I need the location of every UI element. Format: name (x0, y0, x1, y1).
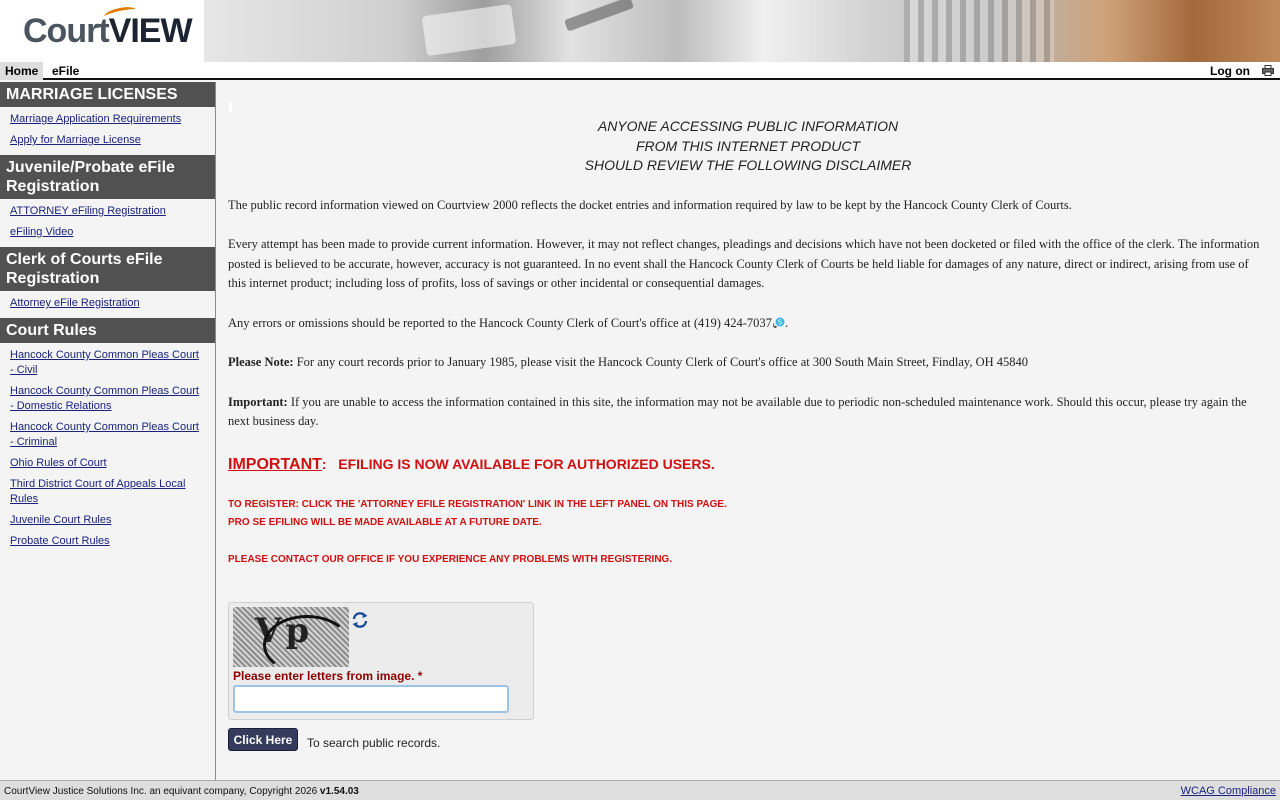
nav-efile-tab[interactable]: eFile (46, 62, 85, 80)
courtview-logo[interactable]: CourtVIEW (0, 0, 204, 62)
refresh-icon[interactable] (351, 611, 369, 629)
efiling-alert: IMPORTANT: EFILING IS NOW AVAILABLE FOR … (228, 456, 1268, 474)
login-link[interactable]: Log on (1204, 62, 1256, 80)
note-label: Please Note: (228, 355, 294, 369)
captcha-input[interactable] (233, 685, 509, 713)
alert-text: EFILING IS NOW AVAILABLE FOR AUTHORIZED … (338, 455, 715, 472)
banner-gavel (564, 0, 634, 32)
captcha-label: Please enter letters from image. * (233, 669, 422, 683)
sidebar-header-court-rules: Court Rules (0, 318, 215, 343)
sidebar-link-juvenile-rules[interactable]: Juvenile Court Rules (0, 510, 215, 531)
header-banner: CourtVIEW (0, 0, 1280, 62)
required-marker: * (417, 669, 423, 683)
main-content: ANYONE ACCESSING PUBLIC INFORMATION FROM… (216, 82, 1280, 780)
sidebar-link-common-pleas-civil[interactable]: Hancock County Common Pleas Court - Civi… (0, 345, 215, 381)
search-records-button[interactable]: Click Here (228, 728, 298, 751)
alert-word: IMPORTANT (228, 455, 322, 473)
captcha-label-text: Please enter letters from image. (233, 669, 415, 683)
disclaimer-line: SHOULD REVIEW THE FOLLOWING DISCLAIMER (584, 157, 912, 173)
print-icon[interactable] (1262, 65, 1274, 76)
captcha-image: Vp (233, 607, 351, 675)
wcag-compliance-link[interactable]: WCAG Compliance (1181, 785, 1276, 797)
please-note-paragraph: Please Note: For any court records prior… (228, 353, 1268, 373)
register-line: TO REGISTER: CLICK THE 'ATTORNEY EFILE R… (228, 498, 727, 510)
register-notice: TO REGISTER: CLICK THE 'ATTORNEY EFILE R… (228, 496, 1268, 532)
sidebar-link-marriage-requirements[interactable]: Marriage Application Requirements (0, 109, 215, 130)
sidebar-link-attorney-efiling[interactable]: ATTORNEY eFiling Registration (0, 201, 215, 222)
sidebar-link-ohio-rules[interactable]: Ohio Rules of Court (0, 453, 215, 474)
disclaimer-paragraph-1: The public record information viewed on … (228, 197, 1072, 212)
sidebar: MARRIAGE LICENSES Marriage Application R… (0, 82, 216, 780)
note-text: For any court records prior to January 1… (293, 355, 1029, 369)
search-records-text: To search public records. (307, 736, 441, 750)
disclaimer-paragraph-2: Every attempt has been made to provide c… (228, 237, 1260, 290)
sidebar-header-clerk-efile: Clerk of Courts eFile Registration (0, 247, 215, 291)
errors-suffix: . (784, 315, 789, 330)
content-marker (229, 102, 232, 112)
sidebar-header-marriage: MARRIAGE LICENSES (0, 82, 215, 107)
important-text: If you are unable to access the informat… (228, 394, 1247, 429)
banner-columns (904, 0, 1054, 62)
nav-home-tab[interactable]: Home (0, 62, 44, 80)
pro-se-line: PRO SE EFILING WILL BE MADE AVAILABLE AT… (228, 516, 542, 528)
svg-text:S: S (778, 318, 783, 326)
footer-copyright: CourtView Justice Solutions Inc. an equi… (4, 786, 359, 797)
sidebar-section-clerk: Attorney eFile Registration (0, 291, 215, 318)
captcha-panel: Vp Please enter letters from image. * (228, 602, 534, 720)
disclaimer-heading: ANYONE ACCESSING PUBLIC INFORMATION FROM… (228, 117, 1268, 176)
alert-colon: : (321, 455, 327, 472)
important-paragraph: Important: If you are unable to access t… (228, 393, 1268, 432)
sidebar-link-apply-marriage[interactable]: Apply for Marriage License (0, 130, 215, 151)
errors-paragraph: Any errors or omissions should be report… (228, 314, 1268, 334)
footer: CourtView Justice Solutions Inc. an equi… (0, 780, 1280, 800)
banner-paper (421, 3, 517, 57)
sidebar-link-probate-rules[interactable]: Probate Court Rules (0, 531, 215, 552)
disclaimer-line: FROM THIS INTERNET PRODUCT (636, 137, 860, 154)
banner-image (204, 0, 1280, 62)
disclaimer-line: ANYONE ACCESSING PUBLIC INFORMATION (597, 118, 899, 134)
sidebar-link-common-pleas-criminal[interactable]: Hancock County Common Pleas Court - Crim… (0, 417, 215, 453)
sidebar-section-marriage: Marriage Application Requirements Apply … (0, 107, 215, 155)
sidebar-link-third-district[interactable]: Third District Court of Appeals Local Ru… (0, 474, 215, 510)
contact-line: PLEASE CONTACT OUR OFFICE IF YOU EXPERIE… (228, 553, 673, 565)
version-text: v1.54.03 (319, 786, 359, 797)
logo-text: CourtVIEW (23, 12, 193, 50)
sidebar-link-attorney-efile-registration[interactable]: Attorney eFile Registration (0, 293, 215, 314)
sidebar-header-juvenile-probate: Juvenile/Probate eFile Registration (0, 155, 215, 199)
important-label: Important: (228, 394, 288, 409)
copyright-text: CourtView Justice Solutions Inc. an equi… (4, 786, 320, 797)
sidebar-section-juvenile: ATTORNEY eFiling Registration eFiling Vi… (0, 199, 215, 247)
nav-bar: Home eFile Log on (0, 62, 1280, 80)
sidebar-link-efiling-video[interactable]: eFiling Video (0, 222, 215, 243)
sidebar-link-common-pleas-domestic[interactable]: Hancock County Common Pleas Court - Dome… (0, 381, 215, 417)
phone-icon[interactable]: S (772, 316, 785, 329)
errors-text: Any errors or omissions should be report… (228, 315, 772, 330)
sidebar-section-court-rules: Hancock County Common Pleas Court - Civi… (0, 343, 215, 556)
captcha-noise-curve (263, 615, 351, 675)
